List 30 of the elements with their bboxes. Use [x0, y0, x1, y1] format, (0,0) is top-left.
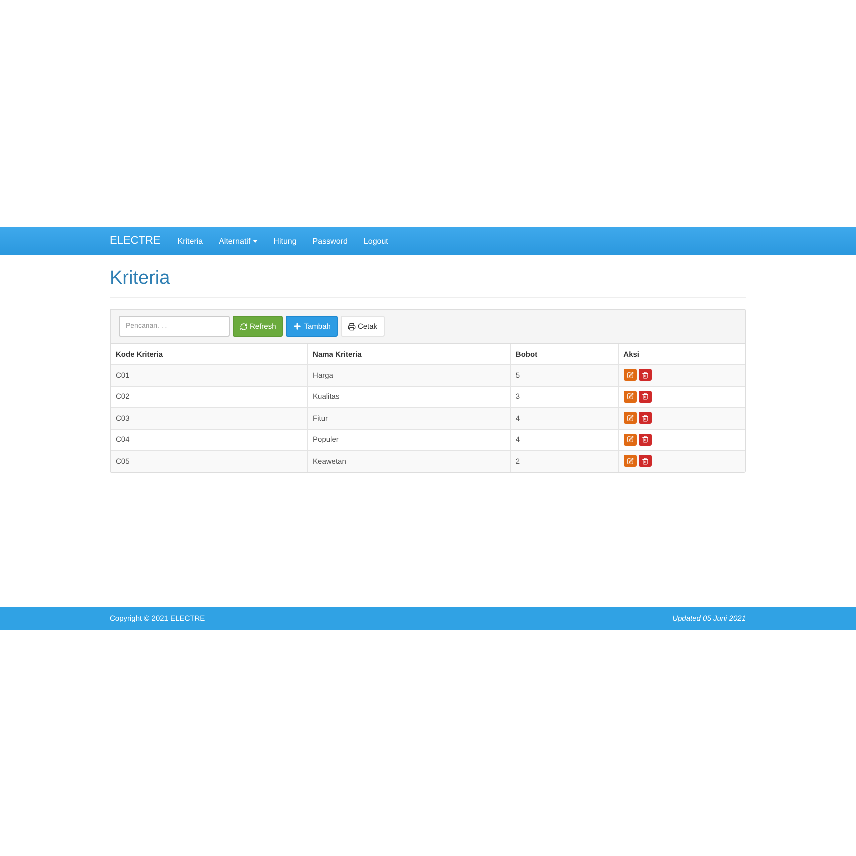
trash-icon [642, 393, 649, 400]
delete-button[interactable] [638, 369, 652, 382]
trash-icon [642, 372, 649, 379]
edit-button[interactable] [624, 390, 637, 403]
nav-link[interactable]: Password [304, 236, 356, 246]
nav-link[interactable]: Alternatif [211, 236, 266, 246]
trash-icon [642, 436, 649, 444]
delete-button[interactable] [638, 412, 652, 424]
edit-icon [626, 436, 634, 444]
edit-icon [626, 393, 634, 400]
edit-icon [626, 414, 634, 422]
nav-link[interactable]: Hitung [266, 236, 305, 246]
edit-icon [626, 458, 634, 465]
page-title: Kriteria [110, 268, 746, 298]
trash-icon [642, 414, 649, 422]
edit-button[interactable] [624, 369, 637, 382]
brand-link[interactable]: ELECTRE [110, 235, 161, 247]
edit-button[interactable] [624, 434, 637, 446]
nav-link[interactable]: Kriteria [170, 236, 212, 246]
edit-button[interactable] [624, 455, 637, 468]
plus-icon [293, 322, 302, 331]
edit-button[interactable] [624, 412, 637, 424]
refresh-icon [240, 322, 248, 330]
delete-button[interactable] [638, 434, 652, 446]
print-icon [348, 322, 356, 330]
delete-button[interactable] [638, 455, 652, 468]
trash-icon [642, 458, 649, 465]
nav-link[interactable]: Logout [356, 236, 396, 246]
delete-button[interactable] [638, 390, 652, 403]
edit-icon [626, 372, 634, 379]
